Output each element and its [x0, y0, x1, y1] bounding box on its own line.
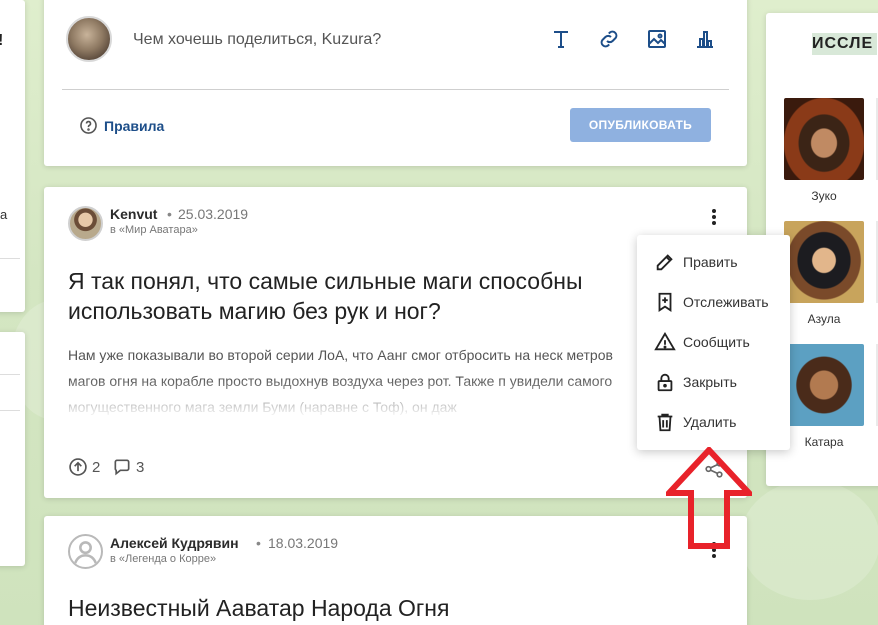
post-date: 25.03.2019	[178, 206, 249, 222]
menu-item-follow[interactable]: Отслеживать	[637, 282, 790, 322]
menu-item-label: Удалить	[683, 414, 737, 430]
publish-button[interactable]: ОПУБЛИКОВАТЬ	[570, 108, 711, 142]
text-fade	[68, 378, 648, 418]
comment-icon	[114, 459, 130, 476]
left-sidebar-card	[0, 332, 25, 566]
menu-item-label: Отслеживать	[683, 294, 769, 310]
divider	[0, 410, 20, 411]
divider	[62, 89, 729, 90]
rules-link[interactable]: Правила	[79, 116, 164, 135]
composer-input[interactable]: Чем хочешь поделиться, Kuzura?	[133, 31, 381, 49]
post-community[interactable]: в «Легенда о Корре»	[110, 553, 216, 565]
link-icon[interactable]	[597, 27, 621, 51]
trash-icon	[657, 413, 673, 432]
character-image[interactable]	[784, 221, 864, 303]
menu-item-report[interactable]: Сообщить	[637, 322, 790, 362]
divider	[0, 258, 20, 259]
menu-item-label: Править	[683, 254, 738, 270]
upvote-count: 2	[92, 458, 101, 476]
post-community[interactable]: в «Мир Аватара»	[110, 224, 198, 236]
character-image[interactable]	[784, 98, 864, 180]
separator-dot: •	[167, 206, 172, 222]
image-icon[interactable]	[645, 27, 669, 51]
post-author[interactable]: Алексей Кудрявин	[110, 535, 239, 551]
sidebar-title: ИССЛЕ	[812, 33, 878, 55]
upvote-button[interactable]: 2	[68, 457, 100, 477]
more-options-icon[interactable]	[704, 207, 724, 231]
upvote-icon	[69, 458, 87, 476]
post-excerpt: Нам уже показывали во второй серии ЛоА, …	[68, 342, 648, 418]
menu-item-delete[interactable]: Удалить	[637, 402, 790, 442]
comments-button[interactable]: 3	[112, 457, 144, 477]
warning-icon	[654, 331, 676, 351]
comment-count: 3	[136, 458, 145, 476]
menu-item-close[interactable]: Закрыть	[637, 362, 790, 402]
separator-dot: •	[256, 535, 261, 551]
poll-icon[interactable]	[693, 27, 717, 51]
author-avatar[interactable]	[68, 534, 103, 569]
left-card-text: а	[0, 207, 8, 222]
follow-icon	[658, 292, 672, 312]
post-options-menu: Править Отслеживать Сообщить Закрыть Уда…	[637, 235, 790, 450]
character-name[interactable]: Азула	[784, 312, 864, 326]
character-name[interactable]: Катара	[784, 435, 864, 449]
background-decoration	[740, 480, 878, 600]
post-card: Алексей Кудрявин • 18.03.2019 в «Легенда…	[44, 516, 747, 625]
annotation-arrow-icon	[666, 447, 752, 549]
pencil-icon	[656, 254, 673, 271]
user-placeholder-icon	[73, 541, 98, 564]
post-title[interactable]: Я так понял, что самые сильные маги спос…	[68, 266, 688, 326]
character-name[interactable]: Зуко	[784, 189, 864, 203]
menu-item-label: Закрыть	[683, 374, 737, 390]
rules-label: Правила	[104, 117, 165, 134]
menu-item-edit[interactable]: Править	[637, 242, 790, 282]
user-avatar[interactable]	[66, 16, 112, 62]
text-icon[interactable]	[549, 27, 573, 51]
post-title[interactable]: Неизвестный Ааватар Народа Огня	[68, 595, 449, 622]
post-date: 18.03.2019	[268, 535, 339, 551]
left-card-text: !	[0, 32, 3, 50]
lock-icon	[657, 373, 673, 392]
post-composer: Чем хочешь поделиться, Kuzura? Правила О…	[44, 0, 747, 166]
left-sidebar-card: ! а	[0, 0, 25, 312]
post-author[interactable]: Kenvut	[110, 206, 157, 222]
author-avatar[interactable]	[68, 206, 103, 241]
divider	[0, 374, 20, 375]
help-icon	[80, 117, 97, 134]
menu-item-label: Сообщить	[683, 334, 750, 350]
character-image[interactable]	[784, 344, 864, 426]
